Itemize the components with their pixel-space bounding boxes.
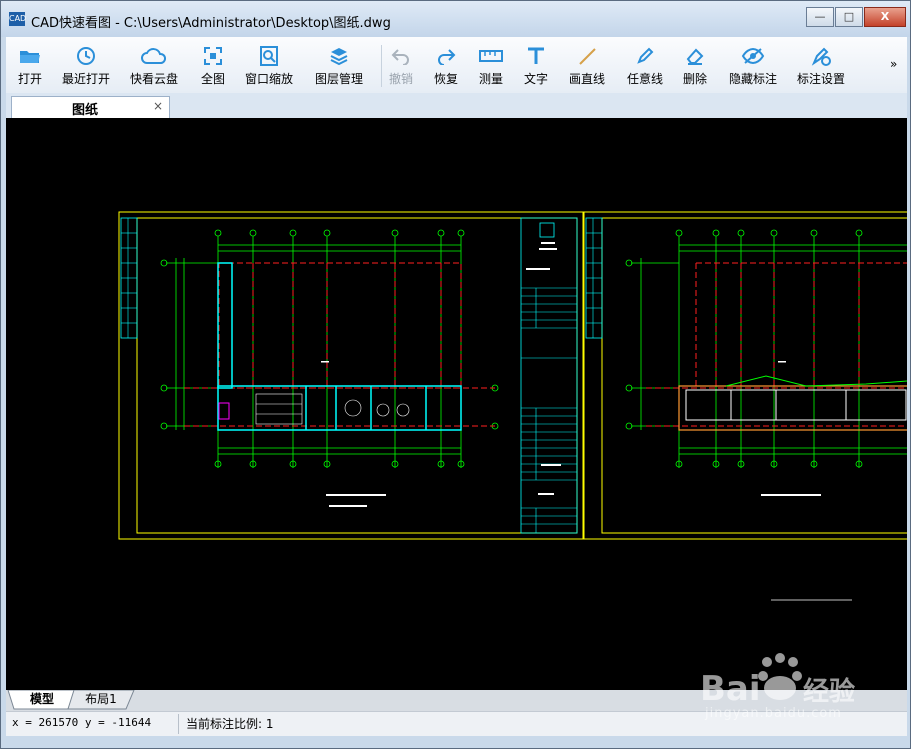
cad-drawing	[118, 211, 907, 601]
tab-model[interactable]: 模型	[20, 690, 64, 709]
layers-icon	[330, 48, 348, 66]
app-icon: CAD	[9, 12, 26, 26]
toolbar-separator	[381, 45, 382, 87]
toolbar-label: 标注设置	[796, 72, 845, 86]
window-controls: — □ X	[805, 7, 906, 27]
redo-icon	[438, 49, 456, 65]
tab-layout1[interactable]: 布局1	[78, 690, 124, 709]
minimize-button[interactable]: —	[806, 7, 834, 27]
toolbar: 打开 最近打开 快看云盘 全图 窗口缩放 图层管理 撤销 恢复 测量 文字 画直…	[6, 37, 907, 94]
undo-button[interactable]: 撤销	[386, 45, 416, 89]
annotation-settings-icon	[811, 47, 831, 66]
watermark-url: jingyan.baidu.com	[705, 706, 842, 721]
toolbar-label: 快看云盘	[129, 72, 178, 86]
freehand-button[interactable]: 任意线	[624, 45, 666, 89]
toolbar-label: 图层管理	[314, 72, 363, 86]
toolbar-label: 测量	[478, 72, 503, 86]
eye-hidden-icon	[741, 47, 765, 65]
draw-line-button[interactable]: 画直线	[566, 45, 608, 89]
maximize-button[interactable]: □	[835, 7, 863, 27]
undo-icon	[391, 49, 409, 65]
toolbar-label: 文字	[523, 72, 548, 86]
hide-annotation-button[interactable]: 隐藏标注	[725, 45, 781, 89]
measure-button[interactable]: 测量	[476, 45, 506, 89]
toolbar-label: 隐藏标注	[728, 72, 777, 86]
document-tab-label: 图纸	[72, 103, 99, 118]
toolbar-label: 全图	[200, 72, 225, 86]
title-bar[interactable]: CAD CAD快速看图 - C:\Users\Administrator\Des…	[1, 1, 910, 37]
toolbar-label: 恢复	[433, 72, 458, 86]
annotation-scale: 当前标注比例: 1	[186, 717, 274, 731]
full-view-button[interactable]: 全图	[195, 45, 231, 89]
line-icon	[579, 48, 596, 65]
open-button[interactable]: 打开	[12, 45, 48, 89]
toolbar-label: 窗口缩放	[244, 72, 293, 86]
drawing-canvas[interactable]	[6, 118, 907, 690]
clock-icon	[77, 47, 95, 65]
close-tab-icon[interactable]: ×	[153, 99, 163, 113]
ruler-icon	[479, 50, 503, 62]
app-window: CAD CAD快速看图 - C:\Users\Administrator\Des…	[0, 0, 911, 749]
cloud-disk-button[interactable]: 快看云盘	[126, 45, 182, 89]
recent-button[interactable]: 最近打开	[58, 45, 114, 89]
cloud-icon	[141, 48, 167, 64]
status-divider	[178, 714, 179, 734]
zoom-window-icon	[260, 46, 278, 66]
document-tab-bar: 图纸 ×	[6, 93, 907, 118]
pen-icon	[637, 47, 654, 64]
fit-screen-icon	[204, 47, 222, 65]
close-button[interactable]: X	[864, 7, 906, 27]
toolbar-label: 撤销	[388, 72, 413, 86]
toolbar-label: 删除	[682, 72, 707, 86]
document-tab[interactable]: 图纸 ×	[11, 96, 170, 118]
zoom-window-button[interactable]: 窗口缩放	[244, 45, 294, 89]
toolbar-label: 任意线	[626, 72, 663, 86]
toolbar-label: 最近打开	[61, 72, 110, 86]
delete-button[interactable]: 删除	[680, 45, 710, 89]
eraser-icon	[686, 48, 704, 65]
cursor-coordinates: x = 261570 y = -11644	[12, 716, 152, 729]
toolbar-label: 画直线	[568, 72, 605, 86]
layer-manager-button[interactable]: 图层管理	[311, 45, 367, 89]
text-icon	[528, 47, 544, 64]
redo-button[interactable]: 恢复	[431, 45, 461, 89]
folder-open-icon	[20, 51, 40, 63]
text-button[interactable]: 文字	[521, 45, 551, 89]
toolbar-label: 打开	[17, 72, 42, 86]
annotation-settings-button[interactable]: 标注设置	[793, 45, 849, 89]
toolbar-more-button[interactable]: »	[890, 57, 897, 71]
window-title: CAD快速看图 - C:\Users\Administrator\Desktop…	[31, 16, 391, 31]
